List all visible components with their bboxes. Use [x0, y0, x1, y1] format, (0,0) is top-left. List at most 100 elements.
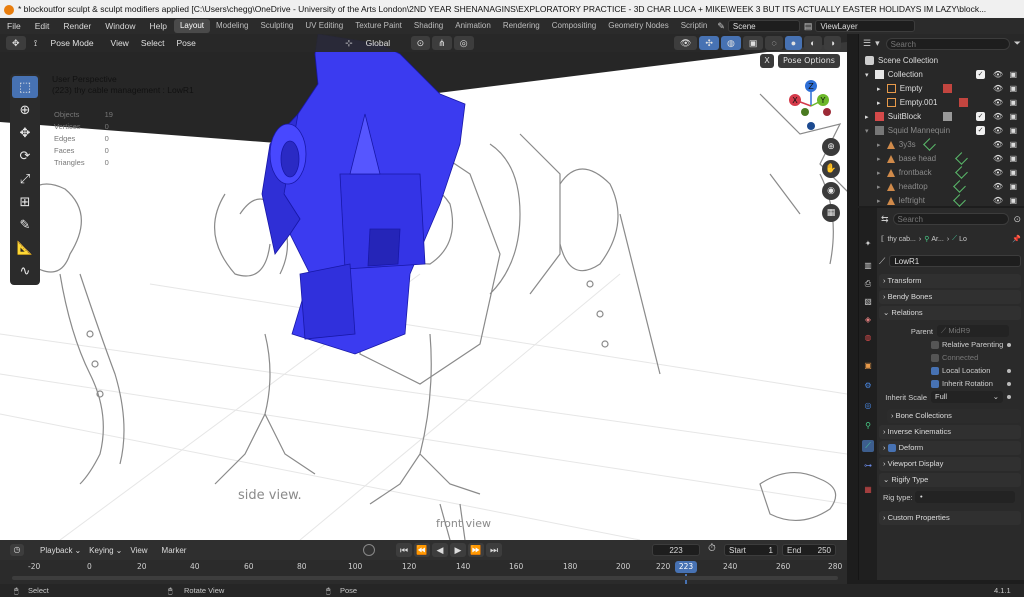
timeline-scrollbar[interactable]	[12, 576, 838, 580]
play-icon[interactable]: ▶	[450, 543, 466, 557]
timeline-menu-playback[interactable]: Playback	[40, 546, 72, 555]
select-box-tool-icon[interactable]: ⬚	[12, 76, 38, 98]
keyframe-dot-icon[interactable]	[1007, 343, 1011, 347]
record-icon[interactable]	[363, 544, 375, 556]
rig-type-field[interactable]: •	[915, 491, 1015, 503]
view-layer-tab-icon[interactable]: ▧	[862, 296, 874, 308]
workspace-tab-compositing[interactable]: Compositing	[546, 19, 602, 33]
breadcrumb-armature[interactable]: Ar...	[931, 236, 943, 243]
workspace-tab-uv-editing[interactable]: UV Editing	[299, 19, 349, 33]
view-layer-selector[interactable]: ViewLayer	[815, 20, 916, 32]
jump-end-icon[interactable]: ⏭	[486, 543, 502, 557]
jump-start-icon[interactable]: ⏮	[396, 543, 412, 557]
shading-rendered-icon[interactable]: ◑	[823, 36, 841, 50]
menu-window[interactable]: Window	[98, 21, 142, 31]
world-tab-icon[interactable]: ◍	[862, 332, 874, 344]
keyframe-dot-icon[interactable]	[1007, 369, 1011, 373]
outliner-row-3y3s[interactable]: ▸ 3y3s 👁 ▣	[859, 138, 1024, 151]
texture-tab-icon[interactable]: ▦	[862, 484, 874, 496]
relative-parenting-checkbox[interactable]: Relative Parenting	[931, 339, 1003, 351]
outliner-row-base-head[interactable]: ▸ base head 👁 ▣	[859, 152, 1024, 165]
keyframe-dot-icon[interactable]	[1007, 395, 1011, 399]
outliner-row-empty[interactable]: ▸ Empty 👁 ▣	[859, 82, 1024, 95]
local-location-checkbox[interactable]: Local Location	[931, 365, 990, 377]
properties-search-input[interactable]: Search	[892, 213, 1010, 225]
start-frame-field[interactable]: Start 1	[724, 544, 778, 556]
relax-pose-tool-icon[interactable]: ∿	[12, 260, 38, 282]
viewport-menu-view[interactable]: View	[105, 38, 135, 48]
orientation-selector[interactable]: Global	[360, 38, 410, 48]
3d-viewport[interactable]: side view. front view ✥ ⟟ Pose Mode View…	[0, 34, 847, 540]
pivot-icon[interactable]: ⊙	[410, 36, 431, 50]
workspace-tab-sculpting[interactable]: Sculpting	[254, 19, 299, 33]
shading-solid-icon[interactable]: ●	[784, 36, 803, 50]
play-reverse-icon[interactable]: ◀	[432, 543, 448, 557]
playhead-label[interactable]: 223	[675, 561, 697, 573]
panel-transform[interactable]: › Transform	[879, 274, 1021, 288]
expand-arrow-icon[interactable]: ▾	[865, 128, 869, 135]
camera-icon[interactable]: ▣	[1009, 110, 1017, 123]
viewport-menu-pose[interactable]: Pose	[170, 38, 201, 48]
inherit-rotation-checkbox[interactable]: Inherit Rotation	[931, 378, 993, 390]
menu-edit[interactable]: Edit	[28, 21, 57, 31]
panel-rigify-type[interactable]: ⌄ Rigify Type	[879, 473, 1021, 487]
workspace-tab-rendering[interactable]: Rendering	[497, 19, 546, 33]
mode-selector[interactable]: Pose Mode	[45, 38, 105, 48]
workspace-tab-animation[interactable]: Animation	[449, 19, 497, 33]
panel-bone-collections[interactable]: › Bone Collections	[887, 409, 1021, 423]
navigation-gizmo[interactable]: Z X Y	[783, 78, 839, 134]
bone-name-field[interactable]: LowR1	[889, 255, 1021, 267]
camera-icon[interactable]: ▣	[1009, 180, 1017, 193]
object-data-armature-tab-icon[interactable]: ⚲	[862, 420, 874, 432]
camera-icon[interactable]: ▣	[1009, 138, 1017, 151]
overlay-toggle-icon[interactable]: ◍	[720, 36, 741, 50]
panel-bendy-bones[interactable]: › Bendy Bones	[879, 290, 1021, 304]
expand-arrow-icon[interactable]: ▸	[877, 142, 881, 149]
panel-relations[interactable]: ⌄ Relations	[879, 306, 1021, 320]
expand-arrow-icon[interactable]: ▸	[877, 184, 881, 191]
outliner-row-headtop[interactable]: ▸ headtop 👁 ▣	[859, 180, 1024, 193]
proportional-edit-icon[interactable]: ◎	[453, 36, 474, 50]
inherit-scale-dropdown[interactable]: Full ⌄	[931, 391, 1003, 403]
eye-icon[interactable]: 👁	[993, 82, 1003, 95]
workspace-tab-geometry-nodes[interactable]: Geometry Nodes	[602, 19, 674, 33]
xray-toggle-icon[interactable]: ▣	[742, 36, 764, 50]
outliner-filter-icon[interactable]: ▾	[875, 38, 880, 49]
frame-ruler[interactable]: -20 0 20 40 60 80 100 120 140 160 180 20…	[0, 561, 847, 574]
exclude-checkbox[interactable]: ✓	[976, 112, 985, 121]
annotate-tool-icon[interactable]: ✎	[12, 214, 38, 236]
menu-file[interactable]: File	[0, 21, 28, 31]
expand-arrow-icon[interactable]: ▸	[877, 100, 881, 107]
panel-inverse-kinematics[interactable]: › Inverse Kinematics	[879, 425, 1021, 439]
expand-arrow-icon[interactable]: ▸	[877, 156, 881, 163]
shading-wireframe-icon[interactable]: ◌	[765, 36, 783, 50]
snap-icon[interactable]: ⋔	[432, 36, 452, 50]
panel-custom-properties[interactable]: › Custom Properties	[879, 511, 1021, 525]
eye-icon[interactable]: 👁	[993, 152, 1003, 165]
outliner-row-frontback[interactable]: ▸ frontback 👁 ▣	[859, 166, 1024, 179]
panel-deform[interactable]: › Deform	[879, 441, 1021, 455]
end-frame-field[interactable]: End 250	[782, 544, 836, 556]
eye-icon[interactable]: 👁	[993, 138, 1003, 151]
menu-help[interactable]: Help	[142, 21, 173, 31]
exclude-checkbox[interactable]: ✓	[976, 70, 985, 79]
camera-icon[interactable]: ▣	[1009, 194, 1017, 207]
pose-options-button[interactable]: Pose Options	[778, 54, 840, 68]
object-tab-icon[interactable]: ▣	[862, 360, 874, 372]
output-tab-icon[interactable]: ⎙	[862, 278, 874, 290]
editor-type-icon[interactable]: ✥	[6, 36, 26, 50]
workspace-tab-modeling[interactable]: Modeling	[210, 19, 254, 33]
camera-icon[interactable]: ▣	[1009, 124, 1017, 137]
panel-viewport-display[interactable]: › Viewport Display	[879, 457, 1021, 471]
eye-icon[interactable]: 👁	[993, 166, 1003, 179]
expand-arrow-icon[interactable]: ▾	[865, 72, 869, 79]
measure-tool-icon[interactable]: 📐	[12, 237, 38, 259]
bone-tab-icon[interactable]: ⟋	[862, 440, 874, 452]
camera-icon[interactable]: ▣	[1009, 152, 1017, 165]
current-frame-field[interactable]: 223	[652, 544, 700, 556]
pan-hand-icon[interactable]: ✋	[822, 160, 840, 178]
menu-render[interactable]: Render	[56, 21, 98, 31]
viewport-menu-select[interactable]: Select	[135, 38, 171, 48]
scene-selector[interactable]: Scene	[727, 20, 800, 32]
zoom-icon[interactable]: ⊕	[822, 138, 840, 156]
